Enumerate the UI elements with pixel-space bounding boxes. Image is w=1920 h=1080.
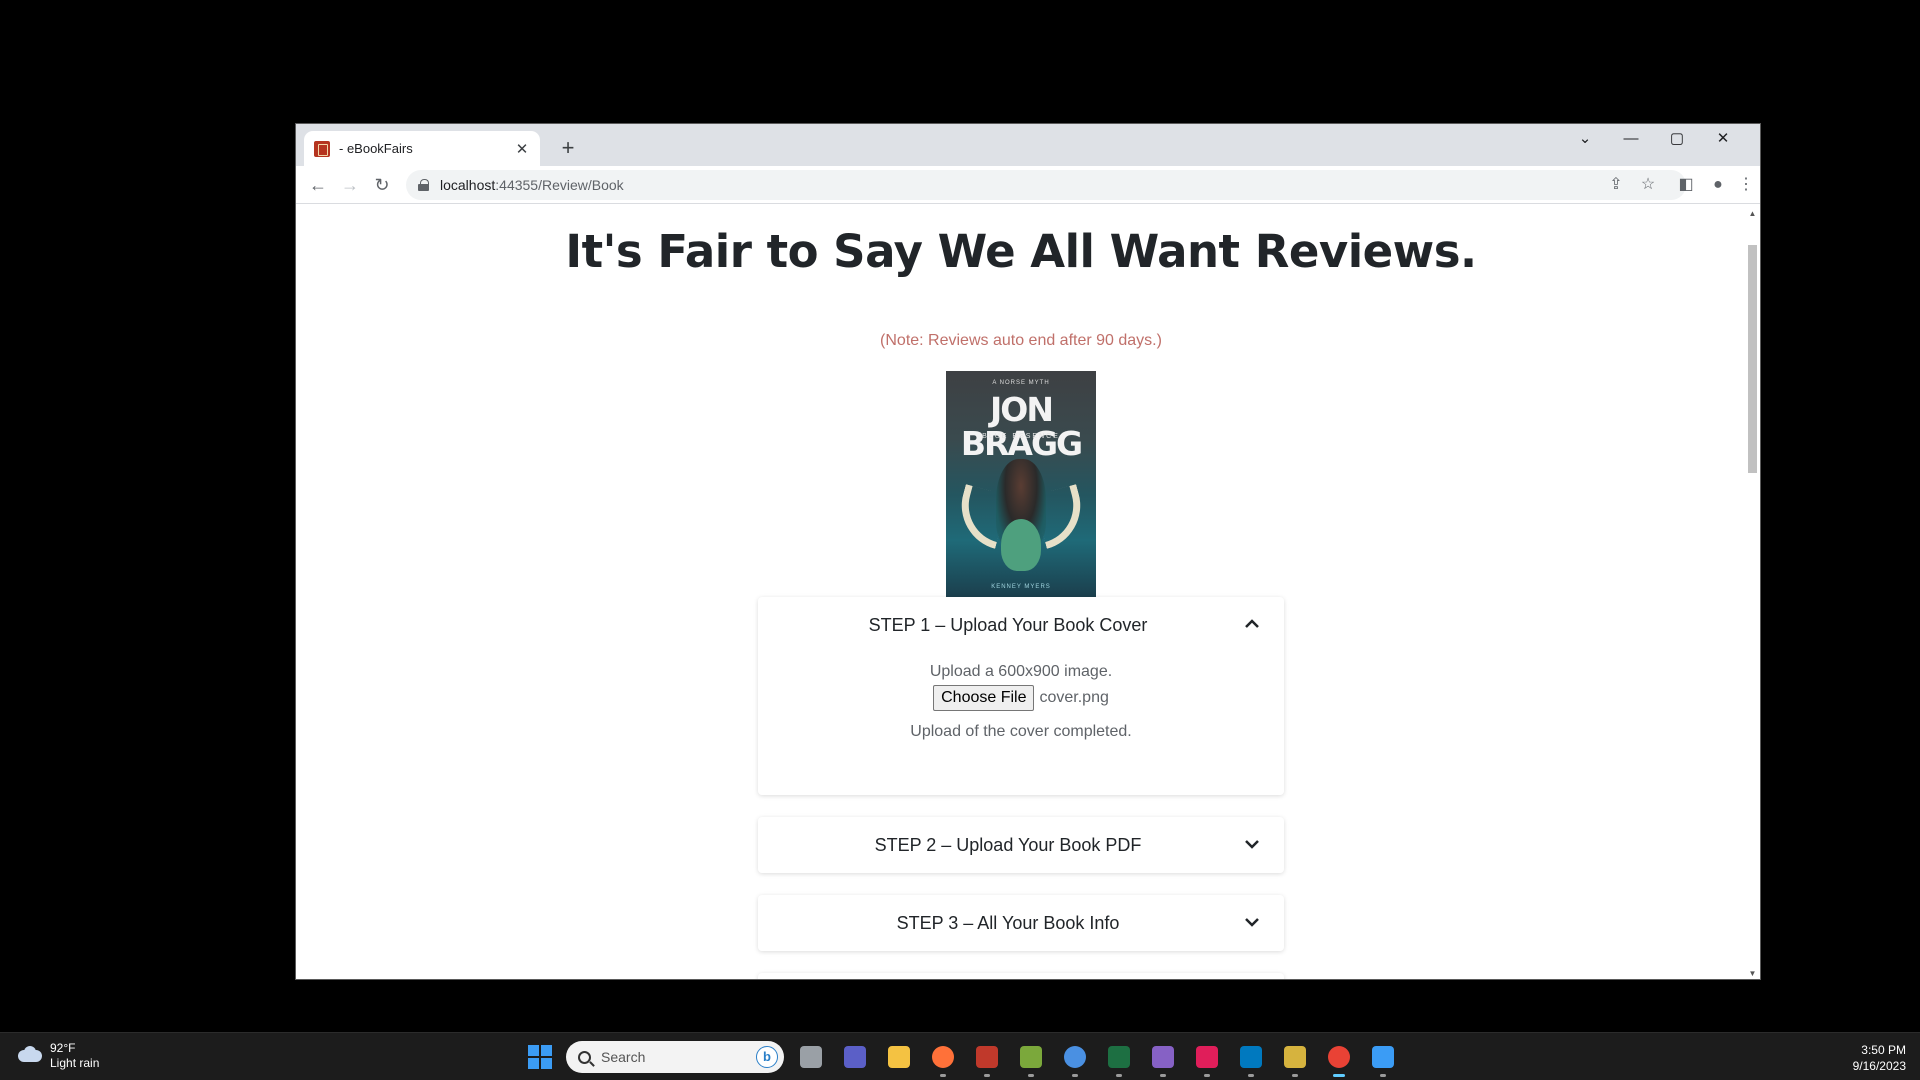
cover-author: KENNEY MYERS [991, 584, 1051, 590]
step-3-panel: STEP 3 – All Your Book Info [758, 895, 1284, 951]
windows-start-icon[interactable] [528, 1045, 552, 1069]
step-2-title: STEP 2 – Upload Your Book PDF [874, 834, 1142, 855]
step-1-header[interactable]: STEP 1 – Upload Your Book Cover [758, 597, 1284, 653]
reload-icon[interactable]: ↻ [368, 171, 396, 199]
chevron-down-icon[interactable] [1244, 836, 1260, 852]
book-cover-image: A NORSE MYTH JON BRAGG BLUE ESSENCE KENN… [946, 371, 1096, 597]
weather-temp: 92°F [50, 1041, 76, 1055]
page-viewport: It's Fair to Say We All Want Reviews. (N… [296, 205, 1746, 979]
weather-widget[interactable]: 92°F Light rain [16, 1041, 99, 1071]
visual-studio-taskbar-icon[interactable] [1148, 1042, 1178, 1077]
back-arrow-icon[interactable]: ← [304, 171, 332, 199]
address-bar[interactable]: localhost:44355/Review/Book [406, 170, 1686, 200]
scroll-thumb[interactable] [1748, 245, 1757, 473]
scroll-down-arrow-icon[interactable]: ▼ [1745, 967, 1760, 979]
scroll-up-arrow-icon[interactable]: ▲ [1745, 207, 1760, 221]
bing-icon[interactable]: b [756, 1046, 778, 1068]
minimize-icon[interactable]: — [1608, 124, 1654, 154]
close-tab-icon[interactable]: ✕ [514, 140, 530, 158]
app-blue-taskbar-icon[interactable] [1368, 1042, 1398, 1077]
share-icon[interactable]: ⇪ [1602, 171, 1630, 199]
browser-toolbar: ← → ↻ localhost:44355/Review/Book ⇪ ☆ ◧ … [296, 166, 1760, 204]
tab-strip: - eBookFairs ✕ + ⌄ — ▢ ✕ [296, 124, 1760, 166]
chrome-taskbar-icon[interactable] [1324, 1042, 1354, 1077]
cover-top-text: A NORSE MYTH [992, 380, 1050, 386]
visual-studio-icon [1152, 1046, 1174, 1068]
weather-desc: Light rain [50, 1056, 100, 1070]
clock-date: 9/16/2023 [1852, 1059, 1906, 1073]
selected-file-name: cover.png [1039, 689, 1109, 706]
chevron-down-icon[interactable] [1244, 914, 1260, 930]
browser-window: - eBookFairs ✕ + ⌄ — ▢ ✕ ← → ↻ localhost… [295, 123, 1761, 980]
firefox-icon [932, 1046, 954, 1068]
app-x-icon [976, 1046, 998, 1068]
tab-search-chevron-icon[interactable]: ⌄ [1562, 124, 1608, 154]
chevron-up-icon[interactable] [1244, 616, 1260, 632]
menu-kebab-icon[interactable]: ⋮ [1732, 171, 1760, 199]
step-2-header[interactable]: STEP 2 – Upload Your Book PDF [758, 817, 1284, 873]
lock-icon [418, 179, 429, 191]
url-text: localhost:44355/Review/Book [440, 177, 624, 193]
app-yellow-taskbar-icon[interactable] [1280, 1042, 1310, 1077]
slack-icon [1196, 1046, 1218, 1068]
slack-taskbar-icon[interactable] [1192, 1042, 1222, 1077]
search-icon [578, 1050, 591, 1064]
browser-tab[interactable]: - eBookFairs ✕ [304, 131, 540, 166]
chrome-icon [1328, 1046, 1350, 1068]
clock-time: 3:50 PM [1861, 1043, 1906, 1057]
file-input[interactable]: Choose File cover.png [758, 685, 1284, 711]
choose-file-button[interactable]: Choose File [933, 685, 1035, 711]
taskbar-search[interactable]: Search b [566, 1041, 784, 1073]
chrome-alt-icon [1064, 1046, 1086, 1068]
cloud-rain-icon [16, 1046, 44, 1066]
firefox-taskbar-icon[interactable] [928, 1042, 958, 1077]
app-blue-icon [1372, 1046, 1394, 1068]
step-1-panel: STEP 1 – Upload Your Book Cover Upload a… [758, 597, 1284, 795]
teams-icon [844, 1046, 866, 1068]
maximize-icon[interactable]: ▢ [1654, 124, 1700, 154]
cover-skull [1001, 519, 1041, 571]
file-explorer-icon [888, 1046, 910, 1068]
app-x-taskbar-icon[interactable] [972, 1042, 1002, 1077]
step-1-title: STEP 1 – Upload Your Book Cover [868, 614, 1148, 635]
system-clock[interactable]: 3:50 PM 9/16/2023 [1853, 1042, 1906, 1074]
search-placeholder: Search [601, 1049, 646, 1065]
side-panel-icon[interactable]: ◧ [1672, 171, 1700, 199]
teams-taskbar-icon[interactable] [840, 1042, 870, 1072]
profile-avatar-icon[interactable]: ● [1704, 171, 1732, 199]
app-green-doc-icon [1020, 1046, 1042, 1068]
tab-title: - eBookFairs [339, 141, 413, 156]
trello-icon [1240, 1046, 1262, 1068]
task-view-taskbar-icon[interactable] [796, 1042, 826, 1072]
step-2-panel: STEP 2 – Upload Your Book PDF [758, 817, 1284, 873]
chrome-alt-taskbar-icon[interactable] [1060, 1042, 1090, 1077]
trello-taskbar-icon[interactable] [1236, 1042, 1266, 1077]
ebookfairs-favicon-icon [314, 140, 330, 157]
new-tab-button[interactable]: + [554, 134, 582, 162]
bookmark-star-icon[interactable]: ☆ [1634, 171, 1662, 199]
page-scrollbar[interactable]: ▲ ▼ [1745, 205, 1760, 979]
step-3-header[interactable]: STEP 3 – All Your Book Info [758, 895, 1284, 951]
app-yellow-icon [1284, 1046, 1306, 1068]
forward-arrow-icon[interactable]: → [336, 171, 364, 199]
close-window-icon[interactable]: ✕ [1700, 124, 1746, 154]
upload-status: Upload of the cover completed. [910, 723, 1132, 740]
excel-icon [1108, 1046, 1130, 1068]
upload-hint: Upload a 600x900 image. [929, 663, 1113, 680]
task-view-icon [800, 1046, 822, 1068]
step-4-panel [758, 973, 1284, 979]
file-explorer-taskbar-icon[interactable] [884, 1042, 914, 1072]
windows-taskbar: 92°F Light rain Search b 3:50 PM 9/16/20… [0, 1032, 1920, 1080]
review-note: (Note: Reviews auto end after 90 days.) [880, 332, 1162, 349]
cover-title: JON BRAGG [960, 390, 1083, 463]
app-green-doc-taskbar-icon[interactable] [1016, 1042, 1046, 1077]
step-3-title: STEP 3 – All Your Book Info [896, 912, 1120, 933]
step-1-body: Upload a 600x900 image. Choose File cove… [758, 653, 1284, 741]
cover-subtitle: BLUE ESSENCE [982, 433, 1060, 440]
page-title: It's Fair to Say We All Want Reviews. [565, 225, 1477, 278]
excel-taskbar-icon[interactable] [1104, 1042, 1134, 1077]
